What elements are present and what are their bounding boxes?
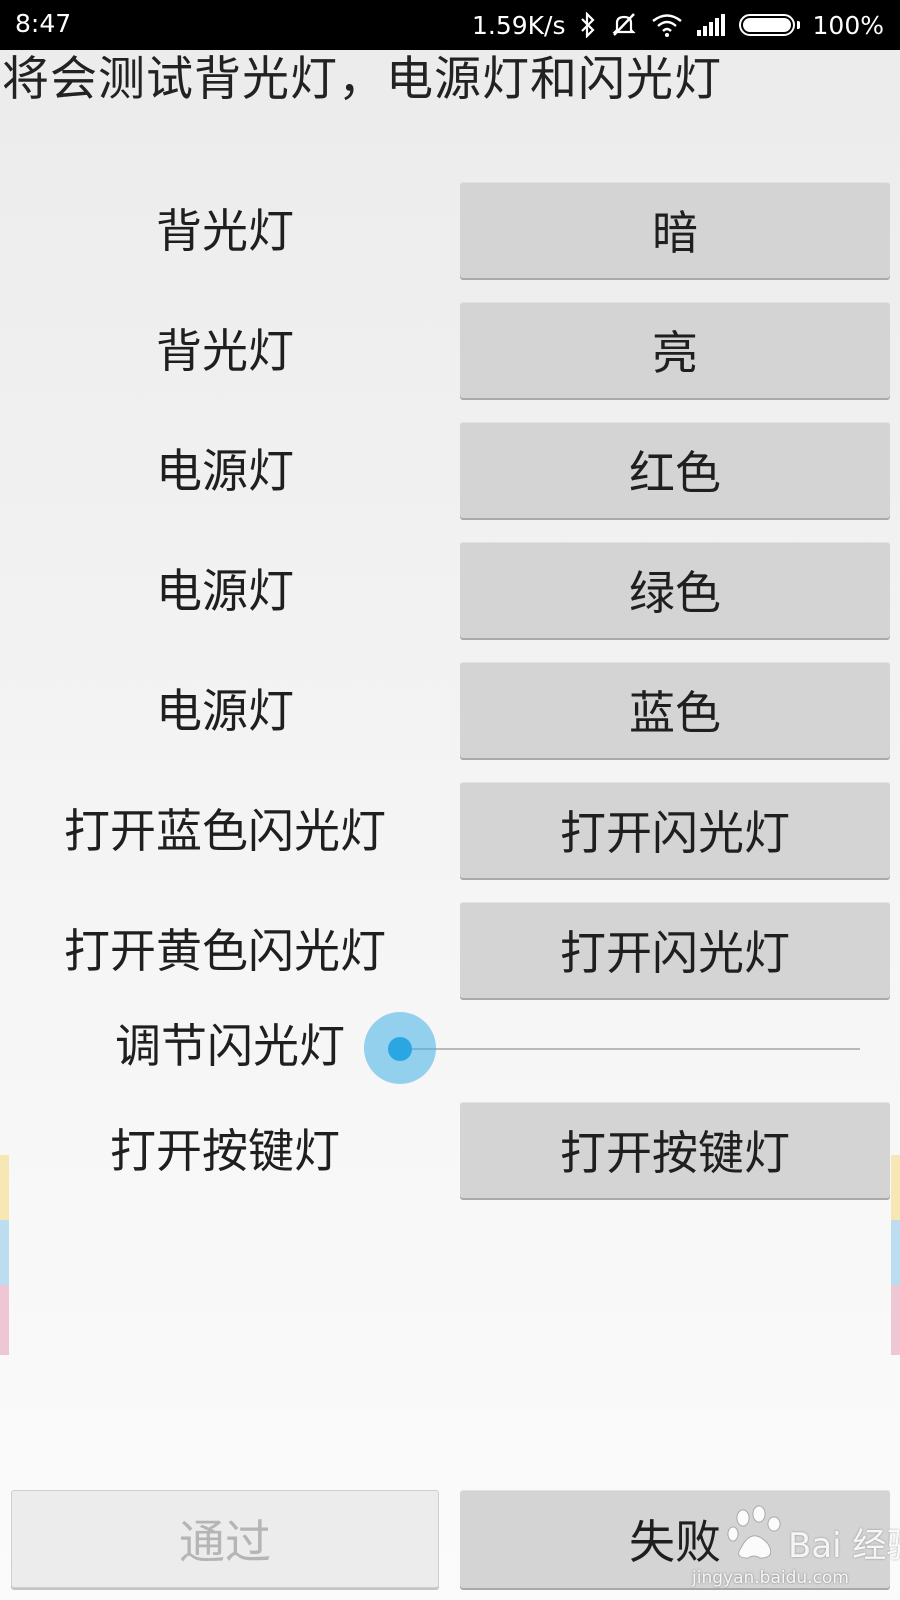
row-label-backlight-bright: 背光灯 <box>156 324 294 378</box>
left-strip-yellow <box>0 1155 9 1220</box>
backlight-dim-button[interactable]: 暗 <box>460 182 890 278</box>
paw-logo-icon <box>727 1505 781 1559</box>
right-strip-pink <box>891 1285 900 1355</box>
battery-tip <box>796 21 800 29</box>
key-light-button[interactable]: 打开按键灯 <box>460 1102 890 1198</box>
flash-slider-track[interactable] <box>400 1048 860 1050</box>
left-strip-pink <box>0 1285 9 1355</box>
watermark-brand: Bai 经验 <box>788 1526 900 1566</box>
network-speed: 1.59K/s <box>472 10 566 40</box>
status-icons: 1.59K/s 100% <box>472 0 884 50</box>
power-red-button[interactable]: 红色 <box>460 422 890 518</box>
row-label-power-blue: 电源灯 <box>156 684 294 738</box>
wifi-icon <box>651 13 683 37</box>
signal-icon <box>696 13 726 37</box>
right-strip-yellow <box>891 1155 900 1220</box>
row-label-power-red: 电源灯 <box>156 444 294 498</box>
row-label-power-green: 电源灯 <box>156 564 294 618</box>
watermark-url: jingyan.baidu.com <box>692 1568 849 1588</box>
status-bar: 8:47 1.59K/s 100% <box>0 0 900 50</box>
right-strip-blue <box>891 1220 900 1285</box>
blue-flash-button[interactable]: 打开闪光灯 <box>460 782 890 878</box>
power-blue-button[interactable]: 蓝色 <box>460 662 890 758</box>
left-strip-blue <box>0 1220 9 1285</box>
battery-percent: 100% <box>812 10 884 40</box>
bluetooth-icon <box>579 12 597 38</box>
power-green-button[interactable]: 绿色 <box>460 542 890 638</box>
row-label-yellow-flash: 打开黄色闪光灯 <box>64 924 386 978</box>
baidu-watermark: Bai 经验 jingyan.baidu.com <box>688 1500 900 1600</box>
flash-slider-thumb[interactable] <box>388 1037 412 1061</box>
pass-button[interactable]: 通过 <box>11 1490 439 1588</box>
row-label-backlight-dim: 背光灯 <box>156 204 294 258</box>
backlight-bright-button[interactable]: 亮 <box>460 302 890 398</box>
row-label-blue-flash: 打开蓝色闪光灯 <box>64 804 386 858</box>
row-label-key-light: 打开按键灯 <box>110 1124 340 1178</box>
yellow-flash-button[interactable]: 打开闪光灯 <box>460 902 890 998</box>
battery-icon <box>738 14 795 36</box>
status-time: 8:47 <box>15 9 72 38</box>
instruction-text: 将会测试背光灯，电源灯和闪光灯 <box>2 52 722 107</box>
mute-icon <box>610 11 638 39</box>
